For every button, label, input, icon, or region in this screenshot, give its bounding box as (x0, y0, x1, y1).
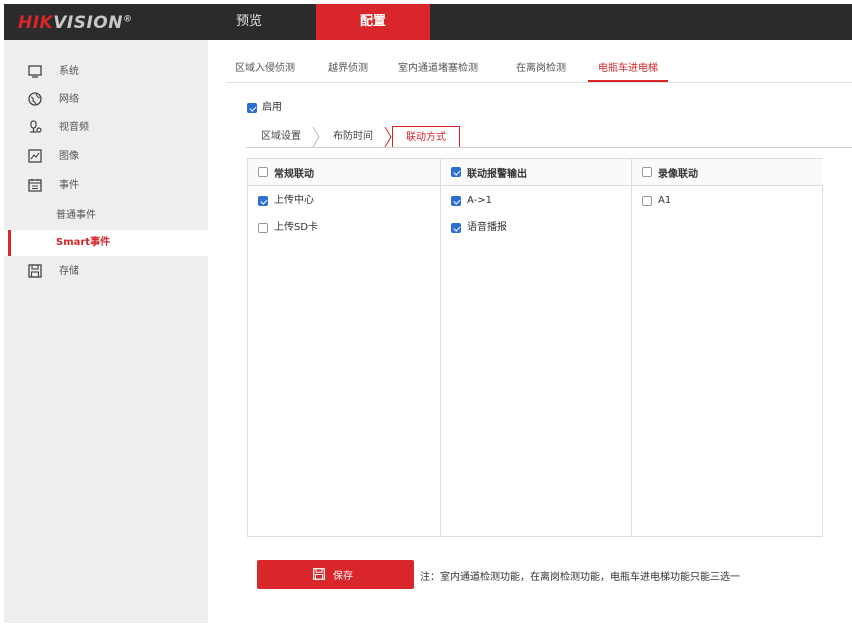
list-item-label: 上传SD卡 (274, 222, 319, 233)
sidebar-item-label: 事件 (59, 180, 79, 191)
nav-configuration[interactable]: 配置 (316, 4, 430, 40)
linkage-column-record: 录像联动 A1 (631, 159, 823, 536)
save-icon (313, 568, 325, 580)
tab-channel-blockage[interactable]: 室内通道堵塞检测 (398, 56, 478, 81)
sidebar: 系统 网络 视音频 图像 事件 普通事件 Smart事件 存储 (4, 40, 208, 623)
output-a1-checkbox[interactable] (451, 196, 461, 206)
camera-mic-icon (28, 120, 42, 134)
column-header: 录像联动 (632, 159, 823, 186)
upload-sd-checkbox[interactable] (258, 223, 268, 233)
tab-line-crossing[interactable]: 越界侦测 (328, 56, 368, 81)
voice-broadcast-checkbox[interactable] (451, 223, 461, 233)
note-text: 注：室内通道检测功能，在离岗检测功能，电瓶车进电梯功能只能三选一 (420, 572, 740, 583)
sidebar-item-label: 图像 (59, 151, 79, 162)
chevron-right-icon (384, 127, 392, 147)
step-linkage-method[interactable]: 联动方式 (392, 126, 460, 147)
list-item: 语音播报 (441, 221, 632, 235)
upload-center-checkbox[interactable] (258, 196, 268, 206)
list-item-label: 上传中心 (274, 195, 314, 206)
sidebar-item-label: Smart事件 (56, 237, 111, 248)
tab-ebike-elevator[interactable]: 电瓶车进电梯 (588, 56, 668, 82)
step-arming-schedule[interactable]: 布防时间 (320, 126, 386, 148)
sidebar-item-image[interactable]: 图像 (4, 144, 208, 170)
list-item: A1 (632, 194, 823, 208)
save-button[interactable]: 保存 (257, 560, 414, 589)
list-item: 上传中心 (248, 194, 440, 208)
smart-event-tabs: 区域入侵侦测 越界侦测 室内通道堵塞检测 在离岗检测 电瓶车进电梯 (226, 56, 852, 83)
hikvision-logo: HIKVISION® (18, 13, 133, 33)
enable-label: 启用 (262, 102, 282, 113)
record-a1-checkbox[interactable] (642, 196, 652, 206)
linkage-table: 常规联动 上传中心 上传SD卡 联动报警输出 A->1 语音播报 录像联动 A1 (247, 158, 823, 537)
sidebar-item-label: 系统 (59, 66, 79, 77)
sidebar-item-storage[interactable]: 存储 (4, 259, 208, 285)
column-header-label: 联动报警输出 (467, 169, 527, 180)
enable-row: 启用 (247, 101, 282, 115)
sidebar-item-video-audio[interactable]: 视音频 (4, 115, 208, 141)
calendar-icon (28, 178, 42, 192)
globe-icon (28, 92, 42, 106)
chevron-right-icon (312, 127, 320, 147)
sidebar-item-label: 存储 (59, 266, 79, 277)
alarm-output-checkbox[interactable] (451, 167, 461, 177)
sidebar-item-label: 普通事件 (56, 210, 96, 221)
linkage-column-alarm-output: 联动报警输出 A->1 语音播报 (440, 159, 632, 536)
tab-on-off-duty[interactable]: 在离岗检测 (516, 56, 566, 81)
tab-intrusion-detection[interactable]: 区域入侵侦测 (235, 56, 295, 81)
column-header-label: 常规联动 (274, 169, 314, 180)
record-linkage-checkbox[interactable] (642, 167, 652, 177)
sidebar-item-system[interactable]: 系统 (4, 59, 208, 85)
sidebar-item-label: 网络 (59, 94, 79, 105)
column-header-label: 录像联动 (658, 169, 698, 180)
list-item-label: 语音播报 (467, 222, 507, 233)
enable-checkbox[interactable] (247, 103, 257, 113)
sidebar-item-basic-event[interactable]: 普通事件 (4, 203, 208, 229)
list-item: A->1 (441, 194, 632, 208)
sidebar-item-network[interactable]: 网络 (4, 87, 208, 113)
sidebar-item-label: 视音频 (59, 122, 89, 133)
list-item: 上传SD卡 (248, 221, 440, 235)
top-navigation-bar: HIKVISION® 预览 配置 (4, 4, 852, 40)
list-item-label: A1 (658, 195, 672, 206)
nav-preview[interactable]: 预览 (236, 4, 316, 40)
list-item-label: A->1 (467, 195, 492, 206)
sidebar-item-smart-event[interactable]: Smart事件 (4, 230, 208, 256)
column-header: 联动报警输出 (441, 159, 632, 186)
linkage-column-normal: 常规联动 上传中心 上传SD卡 (248, 159, 440, 536)
image-icon (28, 149, 42, 163)
normal-linkage-checkbox[interactable] (258, 167, 268, 177)
step-tabs: 区域设置 布防时间 联动方式 (246, 126, 852, 148)
step-area-settings[interactable]: 区域设置 (246, 126, 316, 148)
storage-icon (28, 264, 42, 278)
sidebar-item-event[interactable]: 事件 (4, 173, 208, 199)
monitor-icon (28, 64, 42, 78)
save-button-label: 保存 (333, 571, 353, 582)
column-header: 常规联动 (248, 159, 440, 186)
